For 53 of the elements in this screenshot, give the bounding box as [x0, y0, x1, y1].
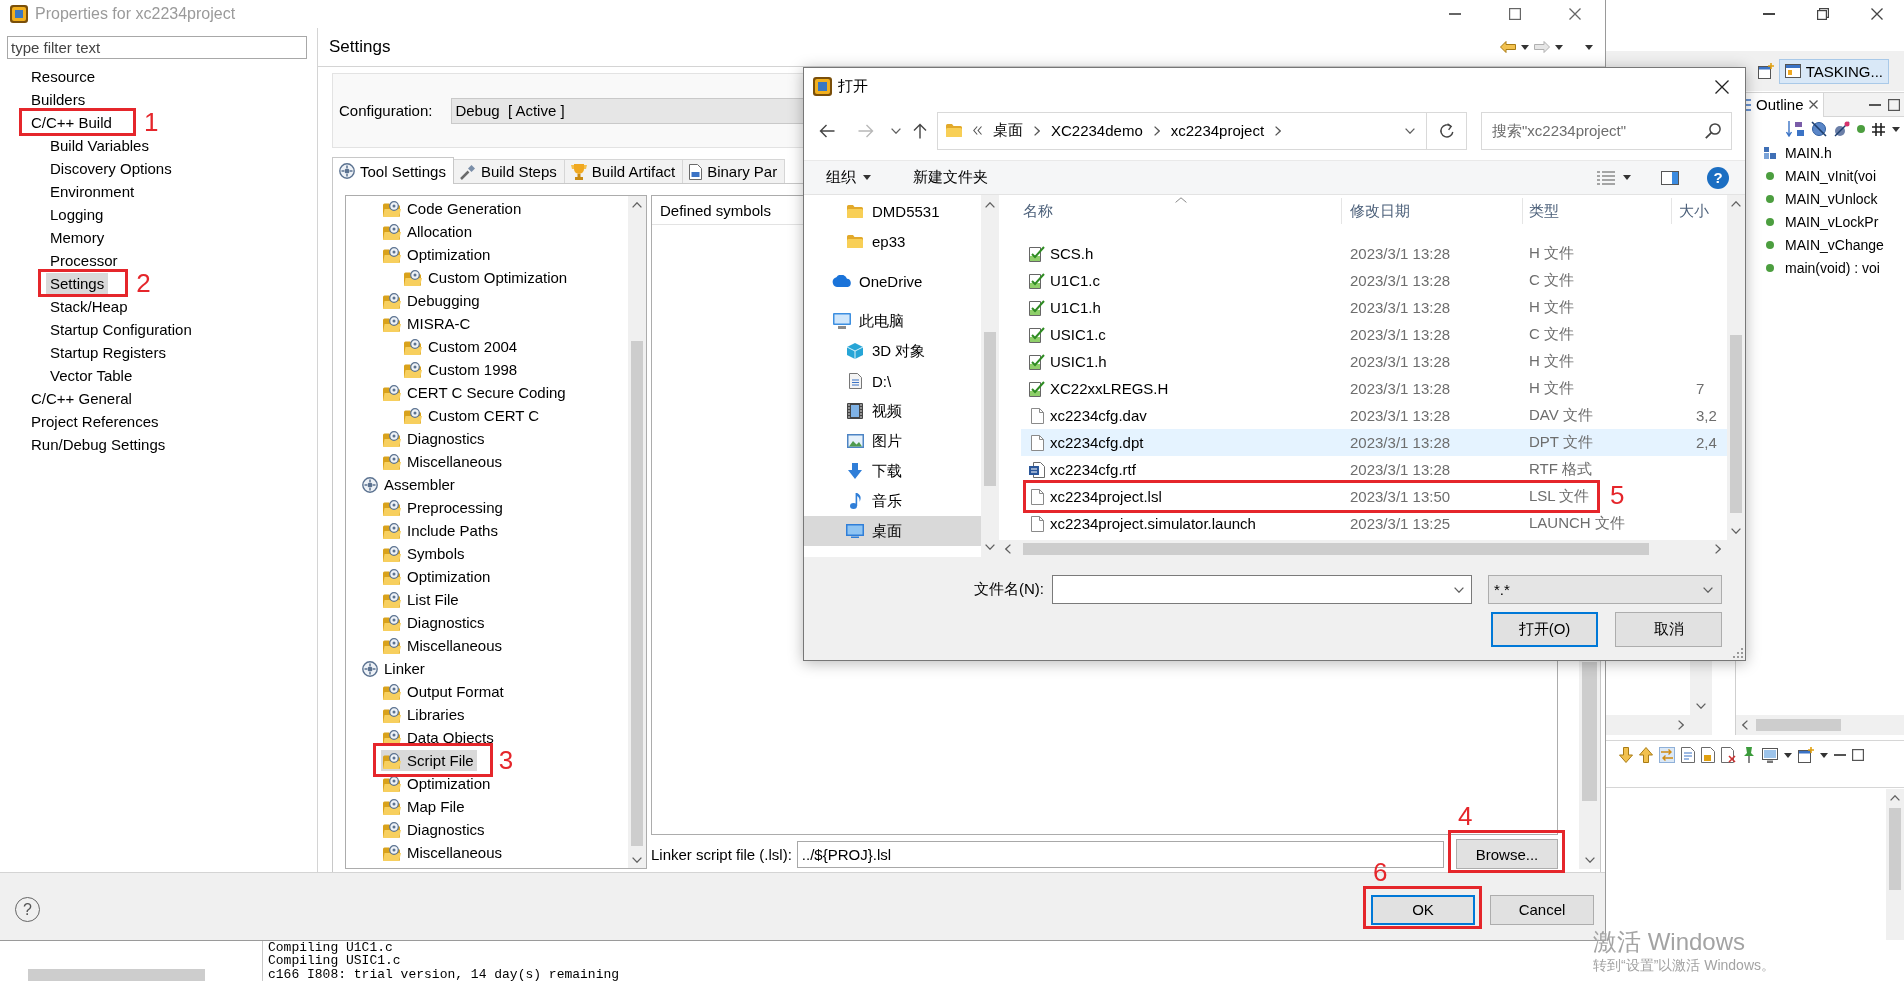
file-name: USIC1.h: [1050, 353, 1107, 370]
file-size: 3,2: [1696, 407, 1717, 424]
modified-date: 2023/3/1 13:28: [1350, 434, 1451, 451]
file-type: H 文件: [1529, 244, 1574, 263]
file-name: SCS.h: [1050, 245, 1094, 262]
configuration-label: Configuration:: [339, 102, 433, 119]
file-type: H 文件: [1529, 352, 1574, 371]
step-number: 4: [1458, 803, 1473, 829]
file-name: XC22xxLREGS.H: [1050, 380, 1169, 397]
field-label: Linker script file (.lsl):: [651, 845, 792, 863]
file-name: xc2234project.simulator.launch: [1050, 515, 1256, 532]
modified-date: 2023/3/1 13:28: [1350, 461, 1451, 478]
file-size: 2,4: [1696, 434, 1717, 451]
window-title: 打开: [838, 77, 868, 96]
file-type: H 文件: [1529, 298, 1574, 317]
activation-hint: 转到“设置”以激活 Windows。: [1593, 956, 1775, 974]
modified-date: 2023/3/1 13:28: [1350, 299, 1451, 316]
modified-date: 2023/3/1 13:28: [1350, 407, 1451, 424]
step-number: 3: [498, 747, 514, 773]
modified-date: 2023/3/1 13:50: [1350, 488, 1451, 505]
window-title: Properties for xc2234project: [35, 5, 236, 23]
file-name: xc2234cfg.rtf: [1050, 461, 1136, 478]
modified-date: 2023/3/1 13:28: [1350, 326, 1451, 343]
column-header: Defined symbols: [660, 201, 771, 219]
file-type: C 文件: [1529, 271, 1574, 290]
file-name: U1C1.h: [1050, 299, 1101, 316]
console-line: c166 I808: trial version, 14 day(s) remaining: [268, 967, 620, 981]
console-line: Compiling USIC1.c: [268, 954, 401, 968]
modified-date: 2023/3/1 13:28: [1350, 380, 1451, 397]
modified-date: 2023/3/1 13:28: [1350, 245, 1451, 262]
modified-date: 2023/3/1 13:25: [1350, 515, 1451, 532]
file-type: DAV 文件: [1529, 406, 1593, 425]
file-type: LSL 文件: [1529, 487, 1590, 506]
file-name: USIC1.c: [1050, 326, 1106, 343]
file-name: xc2234cfg.dav: [1050, 407, 1147, 424]
file-name: xc2234project.lsl: [1050, 488, 1162, 505]
console-line: Compiling U1C1.c: [268, 941, 393, 955]
file-type: H 文件: [1529, 379, 1574, 398]
file-name: U1C1.c: [1050, 272, 1101, 289]
step-number: 2: [136, 270, 151, 296]
step-number: 1: [143, 109, 159, 135]
step-number: 5: [1610, 482, 1625, 508]
file-type: DPT 文件: [1529, 433, 1593, 452]
file-name: xc2234cfg.dpt: [1050, 434, 1144, 451]
file-type: RTF 格式: [1529, 460, 1593, 479]
modified-date: 2023/3/1 13:28: [1350, 272, 1451, 289]
activation-title: 激活 Windows: [1593, 927, 1746, 956]
file-type: C 文件: [1529, 325, 1574, 344]
field-label: 文件名(N):: [974, 580, 1044, 599]
page-title: Settings: [329, 37, 391, 57]
modified-date: 2023/3/1 13:28: [1350, 353, 1451, 370]
file-size: 7: [1696, 380, 1705, 397]
file-type: LAUNCH 文件: [1529, 514, 1625, 533]
